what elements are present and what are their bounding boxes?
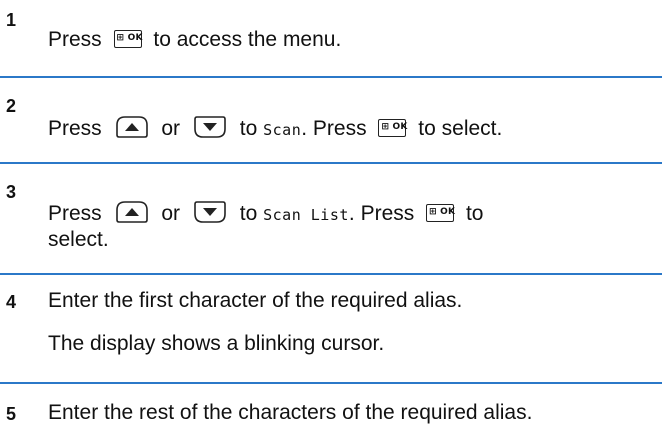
step-number: 1 xyxy=(6,10,17,30)
menu-item-text: Scan xyxy=(263,121,302,139)
step-text-part: Press xyxy=(360,202,415,225)
step-number: 3 xyxy=(6,182,17,202)
up-arrow-key-icon xyxy=(115,201,148,223)
step-text-part: Press xyxy=(48,117,102,140)
ok-key-label: ⊞ OK xyxy=(116,33,143,43)
step-text-part: to select. xyxy=(418,117,503,140)
step-text-part: to xyxy=(465,202,484,225)
ok-key-label: ⊞ OK xyxy=(429,207,456,217)
divider xyxy=(0,273,662,275)
ok-key-label: ⊞ OK xyxy=(381,122,408,132)
step-number: 4 xyxy=(6,292,17,312)
up-arrow-key-icon xyxy=(115,116,148,138)
step-text: Press or to Scan. Press ⊞ OK to select. xyxy=(48,115,502,143)
step-text: Press or to Scan List. Press ⊞ OK to xyxy=(48,200,483,228)
ok-key-icon: ⊞ OK xyxy=(113,30,143,48)
step-text-part: Press xyxy=(48,28,102,51)
step-text-part: . xyxy=(301,117,308,140)
step-text-part: Press xyxy=(48,202,102,225)
step-text-part: or xyxy=(161,202,181,225)
ok-key-icon: ⊞ OK xyxy=(426,204,456,222)
step-text: Enter the rest of the characters of the … xyxy=(48,401,533,424)
divider xyxy=(0,382,662,384)
divider xyxy=(0,162,662,164)
step-text: Enter the first character of the require… xyxy=(48,289,463,312)
menu-item-text: Scan List xyxy=(263,206,349,224)
step-number: 5 xyxy=(6,404,17,424)
step-result-text: The display shows a blinking cursor. xyxy=(48,332,385,355)
step-text-part: to xyxy=(239,117,258,140)
down-arrow-key-icon xyxy=(194,116,226,138)
step-text-part: Press xyxy=(312,117,367,140)
down-arrow-key-icon xyxy=(194,201,226,223)
divider xyxy=(0,76,662,78)
step-text: Press ⊞ OK to access the menu. xyxy=(48,27,341,53)
step-text-continued: select. xyxy=(48,228,109,251)
step-text-part: or xyxy=(161,117,181,140)
step-text-part: to xyxy=(239,202,258,225)
step-number: 2 xyxy=(6,96,17,116)
step-text-part: . xyxy=(348,202,355,225)
step-text-part: to access the menu. xyxy=(153,28,342,51)
ok-key-icon: ⊞ OK xyxy=(378,119,408,137)
